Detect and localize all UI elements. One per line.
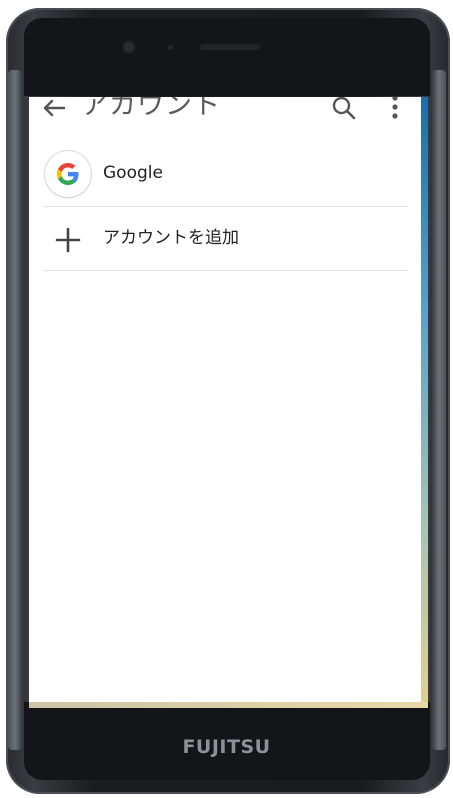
screen-edge xyxy=(421,97,428,702)
phone-side-left xyxy=(8,70,22,750)
account-label: Google xyxy=(103,163,163,183)
top-bezel xyxy=(24,18,430,96)
search-button[interactable] xyxy=(329,97,359,123)
add-account-label: アカウントを追加 xyxy=(103,228,239,248)
brand-logo: FUJITSU xyxy=(182,736,271,758)
more-vert-icon xyxy=(392,97,398,119)
front-camera-icon xyxy=(124,42,134,52)
device-frame: FUJITSU アカウント Google アカウントを追加 xyxy=(0,0,453,798)
divider xyxy=(43,270,407,271)
page-title: アカウント xyxy=(81,97,221,121)
earpiece-icon xyxy=(200,44,260,50)
add-account-item[interactable]: アカウントを追加 xyxy=(43,207,407,269)
arrow-back-icon xyxy=(43,99,66,117)
phone-side-right xyxy=(432,70,446,750)
app-bar: アカウント xyxy=(29,97,421,123)
back-button[interactable] xyxy=(39,97,69,123)
more-options-button[interactable] xyxy=(385,97,405,123)
google-logo-icon xyxy=(45,151,91,197)
sensor-icon xyxy=(168,45,173,50)
plus-icon xyxy=(55,227,81,253)
screen: アカウント Google アカウントを追加 xyxy=(29,97,421,702)
screen-bottom-edge xyxy=(29,702,428,708)
search-icon xyxy=(332,97,356,120)
account-item-google[interactable]: Google xyxy=(43,143,407,205)
